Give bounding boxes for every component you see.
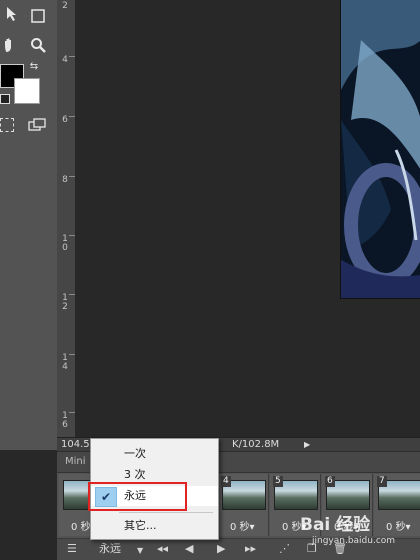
highlight-box — [88, 482, 187, 511]
vertical-ruler: 2 4 6 8 1 0 1 2 1 4 1 6 — [57, 0, 76, 437]
rectangle-shape-icon[interactable] — [28, 6, 48, 26]
frame-4[interactable]: 4 0 秒▾ — [218, 474, 269, 536]
baidu-watermark: Bai 经验 jingyan.baidu.com — [298, 504, 420, 558]
hand-icon[interactable] — [0, 35, 20, 55]
loop-select[interactable]: 永远 — [99, 542, 121, 556]
zoom-icon[interactable] — [28, 35, 48, 55]
frame-number: 7 — [377, 476, 387, 487]
menu-item-label: 一次 — [124, 447, 146, 460]
watermark-url: jingyan.baidu.com — [312, 536, 396, 546]
path-select-icon[interactable] — [2, 4, 22, 24]
timeline-title: Mini — [65, 456, 86, 467]
frame-delay[interactable]: 0 秒▾ — [230, 518, 255, 533]
menu-separator — [119, 512, 213, 513]
ruler-label: 1 6 — [62, 411, 68, 430]
menu-item-label: 其它... — [124, 519, 157, 532]
frame-number: 4 — [221, 476, 231, 487]
loop-dropdown-icon[interactable]: ▼ — [137, 544, 143, 558]
convert-timeline-icon[interactable]: ☰ — [67, 542, 77, 556]
ruler-label: 1 4 — [62, 353, 68, 372]
menu-item-once[interactable]: 一次 — [91, 444, 218, 464]
watermark-text: Bai 经验 — [300, 515, 371, 535]
previous-frame-icon[interactable]: ◀ — [185, 542, 193, 556]
zoom-level[interactable]: 104.5 — [61, 438, 90, 452]
first-frame-icon[interactable]: ◂◂ — [157, 542, 168, 556]
ruler-mark: 2 — [62, 1, 68, 11]
ruler-label: 1 2 — [62, 293, 68, 312]
play-icon[interactable]: ▶ — [217, 542, 225, 556]
ruler-label: 1 0 — [62, 234, 68, 253]
next-frame-icon[interactable]: ▸▸ — [245, 542, 256, 556]
document-size: K/102.8M — [232, 439, 280, 450]
tween-icon[interactable]: ⋰ — [279, 542, 290, 556]
ruler-label: 6 — [62, 115, 68, 125]
frame-number: 6 — [325, 476, 335, 487]
ruler-label: 8 — [62, 175, 68, 185]
frame-delay[interactable]: 0 秒 — [71, 518, 91, 533]
quick-mask-icon[interactable] — [0, 118, 14, 132]
swap-colors-icon[interactable]: ⇆ — [27, 59, 41, 73]
background-color-swatch[interactable] — [14, 78, 40, 104]
ruler-label: 4 — [62, 55, 68, 65]
status-arrow-icon[interactable]: ▶ — [304, 438, 310, 452]
screen-mode-icon[interactable] — [27, 115, 47, 135]
frame-number: 5 — [273, 476, 283, 487]
menu-item-other[interactable]: 其它... — [91, 516, 218, 536]
tools-panel: ⇆ — [0, 0, 58, 450]
default-colors-icon[interactable] — [0, 94, 10, 104]
document-image[interactable] — [340, 0, 420, 299]
